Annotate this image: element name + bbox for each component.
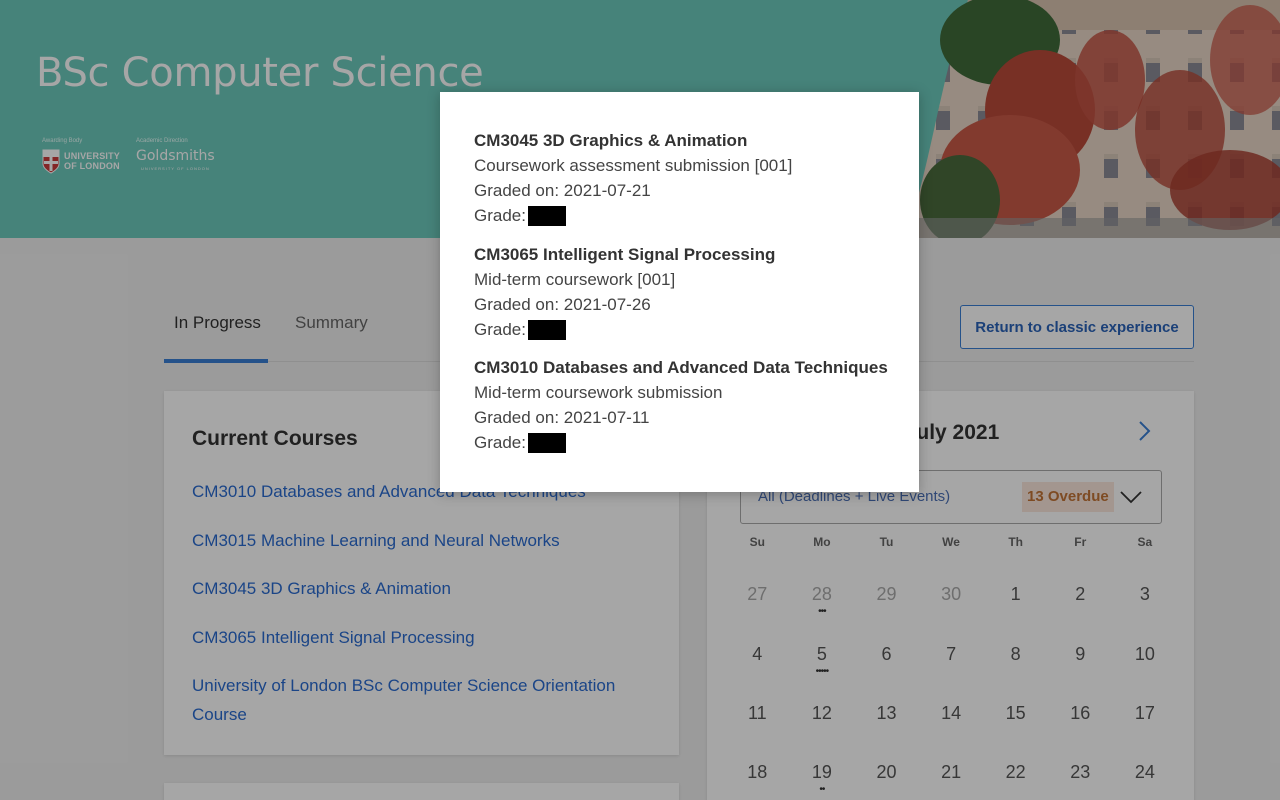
grade-label: Grade: — [474, 206, 526, 225]
graded-date: Graded on: 2021-07-26 — [474, 295, 651, 314]
grade-course-title: CM3065 Intelligent Signal Processing — [474, 245, 776, 264]
grade-label: Grade: — [474, 320, 526, 339]
grade-entry: CM3045 3D Graphics & Animation Coursewor… — [474, 128, 904, 228]
redacted-grade — [527, 319, 566, 340]
grade-row: Grade: — [474, 203, 904, 228]
grade-assessment: Mid-term coursework [001] — [474, 270, 676, 289]
graded-date: Graded on: 2021-07-11 — [474, 408, 650, 427]
grade-course-title: CM3045 3D Graphics & Animation — [474, 131, 748, 150]
redacted-grade — [527, 205, 566, 226]
grade-row: Grade: — [474, 317, 904, 342]
grade-label: Grade: — [474, 433, 526, 452]
redacted-grade — [527, 432, 566, 453]
grade-row: Grade: — [474, 430, 904, 455]
graded-date: Graded on: 2021-07-21 — [474, 181, 651, 200]
grade-entry: CM3010 Databases and Advanced Data Techn… — [474, 355, 904, 455]
recent-grades-popup: CM3045 3D Graphics & Animation Coursewor… — [440, 92, 919, 492]
grade-assessment: Coursework assessment submission [001] — [474, 156, 793, 175]
grade-entry: CM3065 Intelligent Signal Processing Mid… — [474, 242, 904, 342]
grade-course-title: CM3010 Databases and Advanced Data Techn… — [474, 358, 888, 377]
grade-assessment: Mid-term coursework submission — [474, 383, 723, 402]
